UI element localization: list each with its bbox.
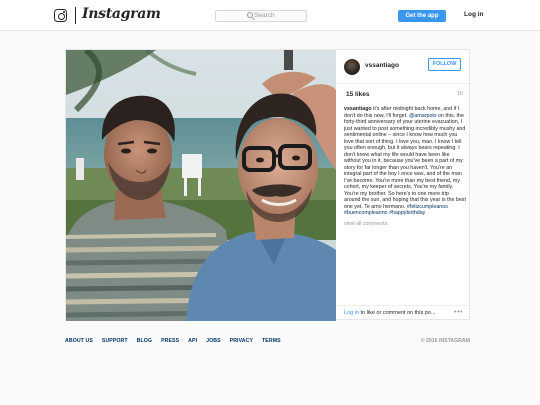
instagram-wordmark[interactable]: Instagram [82, 6, 161, 22]
hashtag-link-felizcumpleanos[interactable]: #felizcumpleanos [407, 204, 448, 210]
get-the-app-button[interactable]: Get the app [398, 10, 446, 22]
avatar[interactable] [344, 59, 360, 75]
footer-link-support[interactable]: SUPPORT [102, 338, 128, 344]
footer-link-api[interactable]: API [188, 338, 197, 344]
login-to-comment-text: to like or comment on this po... [359, 310, 436, 316]
view-all-comments-link[interactable]: view all comments [344, 221, 466, 228]
caption-mention-link[interactable]: @amarpolo [409, 113, 436, 119]
login-to-comment-link[interactable]: Log in [344, 310, 359, 316]
search-placeholder: Search [254, 12, 275, 19]
footer-link-jobs[interactable]: JOBS [206, 338, 221, 344]
footer-links: ABOUT US SUPPORT BLOG PRESS API JOBS PRI… [65, 338, 281, 344]
post-header: vssantiago FOLLOW [336, 50, 471, 84]
footer-link-blog[interactable]: BLOG [137, 338, 152, 344]
post-age[interactable]: 1h [457, 91, 463, 97]
footer-link-terms[interactable]: TERMS [262, 338, 281, 344]
login-to-comment-prompt: Log in to like or comment on this po... [344, 310, 435, 316]
hashtag-link-buencompleanno[interactable]: #buencompleanno [344, 210, 388, 216]
logo-divider [75, 7, 76, 24]
caption-text-part-2: on this, the forty-third anniversary of … [344, 112, 466, 210]
more-options-icon[interactable]: ••• [454, 309, 463, 316]
page-footer: ABOUT US SUPPORT BLOG PRESS API JOBS PRI… [65, 338, 470, 348]
post-card: vssantiago FOLLOW 15 likes 1h vssantiago… [65, 49, 471, 321]
caption-username[interactable]: vssantiago [344, 106, 372, 112]
likes-row: 15 likes 1h [344, 91, 463, 101]
footer-link-about-us[interactable]: ABOUT US [65, 338, 93, 344]
post-caption: vssantiago it's after midnight back home… [344, 106, 466, 227]
likes-count[interactable]: 15 likes [346, 91, 370, 98]
post-photo-image [66, 50, 336, 321]
search-input[interactable]: Search [215, 10, 307, 22]
login-link[interactable]: Log in [464, 11, 484, 18]
post-side-panel: vssantiago FOLLOW 15 likes 1h vssantiago… [336, 50, 471, 321]
footer-link-press[interactable]: PRESS [161, 338, 179, 344]
post-username[interactable]: vssantiago [365, 62, 399, 69]
instagram-camera-icon[interactable] [54, 9, 67, 22]
footer-link-privacy[interactable]: PRIVACY [230, 338, 253, 344]
post-footer: Log in to like or comment on this po... … [336, 305, 471, 321]
search-icon [247, 12, 253, 18]
post-photo[interactable] [66, 50, 336, 321]
copyright-text: © 2016 INSTAGRAM [420, 338, 470, 344]
hashtag-link-happybirthday[interactable]: #happybirthday [389, 210, 425, 216]
follow-button[interactable]: FOLLOW [428, 58, 461, 71]
top-navigation-bar: Instagram Search Get the app Log in [0, 0, 540, 31]
